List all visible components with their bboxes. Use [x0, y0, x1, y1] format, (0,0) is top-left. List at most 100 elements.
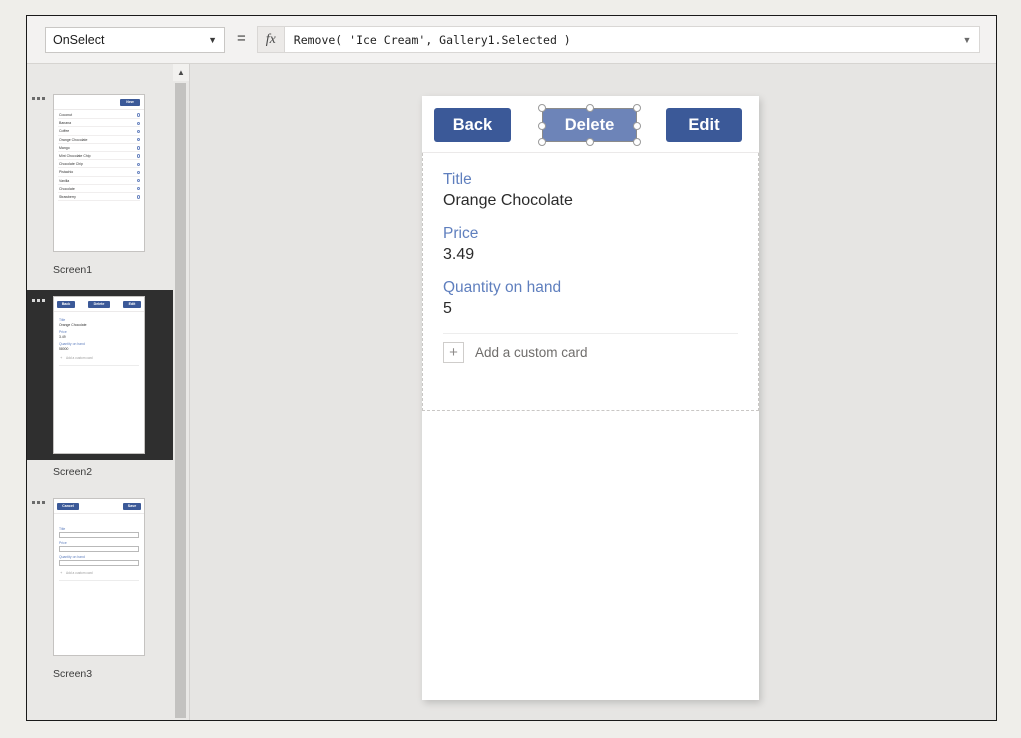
equals-sign: =: [237, 30, 246, 47]
screens-scrollbar[interactable]: ▲: [173, 64, 189, 720]
thumb-topbar: Back Delete Edit: [54, 297, 144, 312]
field-value-title[interactable]: Orange Chocolate: [443, 192, 738, 210]
list-item: Banana: [58, 119, 140, 128]
thumb-edit-button: Edit: [123, 301, 141, 308]
screen-entry-screen3[interactable]: Cancel Save Title Price Quantity on hand: [27, 492, 189, 690]
screen-thumb-bg: Cancel Save Title Price Quantity on hand: [27, 492, 189, 662]
field-label-price: Price: [443, 225, 479, 242]
list-item-label: Orange Chocolate: [59, 137, 88, 142]
thumb-field-label: Quantity on hand: [59, 555, 85, 559]
screen-thumb-bg: New Coconut Banana Coffee Orange Chocola…: [27, 88, 189, 258]
back-button[interactable]: Back: [434, 108, 511, 142]
thumb-field-label: Title: [59, 527, 66, 531]
screen-entry-screen1[interactable]: New Coconut Banana Coffee Orange Chocola…: [27, 88, 189, 286]
list-item: Chocolate Chip: [58, 160, 140, 169]
list-item: Strawberry: [58, 193, 140, 202]
thumb-text-input: [59, 546, 139, 552]
list-item: Vanilla: [58, 177, 140, 185]
chevron-right-icon: [136, 178, 140, 183]
list-item: Chocolate: [58, 185, 140, 193]
chevron-down-icon[interactable]: ▼: [955, 35, 979, 45]
thumb-cancel-button: Cancel: [57, 503, 79, 510]
fx-icon[interactable]: fx: [256, 26, 284, 53]
screen-thumb-bg: Back Delete Edit Title Orange Chocolate …: [27, 290, 189, 460]
list-item: Orange Chocolate: [58, 136, 140, 144]
list-item: Pistachio: [58, 168, 140, 177]
thumb-field-label: Price: [59, 330, 67, 334]
chevron-right-icon: [136, 121, 140, 125]
property-selector-wrap: OnSelect ▼: [45, 26, 225, 53]
screen-thumbnail-screen3[interactable]: Cancel Save Title Price Quantity on hand: [53, 498, 145, 656]
screen-entry-screen2[interactable]: Back Delete Edit Title Orange Chocolate …: [27, 290, 189, 488]
app-canvas: Back Delete Edit Title Orange Chocolate …: [422, 96, 759, 700]
screen-caption: Screen2: [53, 466, 93, 478]
thumb-divider: [59, 365, 139, 366]
overflow-menu-icon[interactable]: [32, 299, 48, 302]
list-item: Coffee: [58, 127, 140, 136]
thumb-topbar: Cancel Save: [54, 499, 144, 514]
chevron-right-icon: [136, 137, 140, 142]
chevron-right-icon: [136, 154, 140, 158]
list-item: Coconut: [58, 111, 140, 120]
detail-form[interactable]: Title Orange Chocolate Price 3.49 Quanti…: [422, 153, 759, 411]
chevron-right-icon: [136, 170, 140, 175]
thumb-field-value: Orange Chocolate: [59, 323, 87, 327]
screen-thumbnail-screen2[interactable]: Back Delete Edit Title Orange Chocolate …: [53, 296, 145, 454]
scrollbar-thumb[interactable]: [175, 83, 186, 718]
scroll-up-icon[interactable]: ▲: [173, 64, 189, 81]
thumb-delete-button: Delete: [88, 301, 110, 308]
chevron-right-icon: [136, 162, 140, 166]
formula-bar: OnSelect ▼ = fx Remove( 'Ice Cream', Gal…: [27, 16, 996, 64]
thumb-gallery-list: Coconut Banana Coffee Orange Chocolate M…: [54, 110, 144, 202]
overflow-menu-icon[interactable]: [32, 501, 48, 504]
thumb-form: Title Orange Chocolate Price 3.49 Quanti…: [54, 312, 144, 366]
field-value-price[interactable]: 3.49: [443, 246, 738, 264]
formula-input-wrap[interactable]: Remove( 'Ice Cream', Gallery1.Selected )…: [283, 26, 980, 53]
thumb-text-input: [59, 560, 139, 566]
screen-caption: Screen1: [53, 264, 93, 276]
list-item-label: Vanilla: [59, 178, 70, 183]
property-dropdown[interactable]: OnSelect: [45, 26, 225, 53]
list-item-label: Pistachio: [59, 170, 74, 175]
field-label-quantity: Quantity on hand: [443, 279, 562, 296]
thumb-field-value: 3.49: [59, 335, 66, 339]
thumb-topbar: New: [54, 95, 144, 110]
field-value-quantity[interactable]: 5: [443, 300, 738, 318]
thumb-text-input: [59, 532, 139, 538]
chevron-right-icon: [136, 113, 140, 117]
thumb-add-card: Add a custom card: [59, 355, 139, 360]
list-item-label: Chocolate: [59, 186, 75, 191]
thumb-back-button: Back: [57, 301, 75, 308]
thumb-new-button: New: [120, 99, 140, 106]
formula-input[interactable]: Remove( 'Ice Cream', Gallery1.Selected ): [285, 33, 955, 47]
add-custom-card-row[interactable]: + Add a custom card: [443, 333, 738, 363]
list-item-label: Coffee: [59, 129, 70, 134]
list-item-label: Mango: [59, 145, 70, 150]
screen-thumbnail-screen1[interactable]: New Coconut Banana Coffee Orange Chocola…: [53, 94, 145, 252]
canvas-topbar: Back Delete Edit: [422, 96, 759, 153]
screens-tree-panel: New Coconut Banana Coffee Orange Chocola…: [27, 64, 189, 720]
thumb-divider: [59, 580, 139, 581]
screen-caption: Screen3: [53, 668, 93, 680]
list-item: Mint Chocolate Chip: [58, 152, 140, 161]
thumb-add-card: Add a custom card: [59, 570, 139, 575]
chevron-right-icon: [136, 146, 140, 150]
powerapps-studio-window: OnSelect ▼ = fx Remove( 'Ice Cream', Gal…: [26, 15, 997, 721]
list-item-label: Banana: [59, 121, 72, 126]
field-label-title: Title: [443, 171, 472, 188]
chevron-right-icon: [136, 187, 140, 191]
delete-button[interactable]: Delete: [542, 108, 637, 142]
canvas-area: Back Delete Edit Title Orange Chocolate …: [189, 64, 996, 720]
thumb-field-label: Quantity on hand: [59, 342, 85, 346]
list-item-label: Chocolate Chip: [59, 162, 83, 167]
thumb-field-value: 58000: [59, 347, 69, 351]
studio-body: New Coconut Banana Coffee Orange Chocola…: [27, 64, 996, 720]
thumb-save-button: Save: [123, 503, 141, 510]
list-item-label: Coconut: [59, 113, 73, 117]
chevron-right-icon: [136, 195, 140, 199]
plus-icon[interactable]: +: [443, 342, 464, 363]
edit-button[interactable]: Edit: [666, 108, 742, 142]
overflow-menu-icon[interactable]: [32, 97, 48, 100]
chevron-right-icon: [136, 129, 140, 134]
thumb-form: Title Price Quantity on hand Add a custo…: [54, 514, 144, 581]
